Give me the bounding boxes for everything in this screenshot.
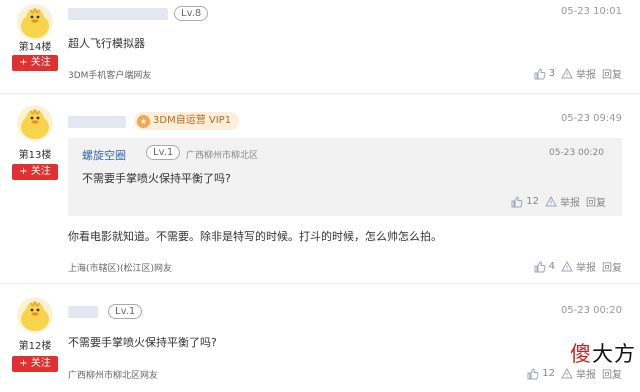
comment-floor-14: 第14楼 + 关注 Lv.8 05-23 10:01 超人飞行模拟器 3DM手机… [0, 0, 640, 92]
watermark-part2: 大方 [592, 342, 636, 366]
thumbs-up-icon [527, 367, 539, 379]
reply-button[interactable]: 回复 [602, 66, 622, 81]
report-icon [561, 67, 573, 78]
post-time: 05-23 10:01 [560, 6, 622, 17]
level-badge: Lv.8 [174, 6, 209, 21]
reply-button[interactable]: 回复 [602, 366, 622, 381]
quoted-username[interactable]: 螺旋空圈 [82, 147, 126, 163]
report-button[interactable]: 举报 [561, 366, 596, 381]
watermark: 傻大方 [570, 338, 636, 368]
duck-avatar-icon [21, 108, 49, 139]
comment-floor-13: 第13楼 + 关注 ★ 3DM自运营 VIP1 05-23 09:49 螺旋空圈… [0, 94, 640, 280]
username-masked[interactable] [68, 116, 126, 128]
vip-badge: ★ 3DM自运营 VIP1 [134, 112, 240, 130]
comment-actions: 12 举报 回复 [527, 366, 622, 381]
comment-text: 你看电影就知道。不需要。除非是特写的时候。打斗的时候，怎么帅怎么拍。 [68, 230, 442, 243]
post-time: 05-23 00:20 [560, 305, 622, 316]
floor-number: 第14楼 [18, 42, 52, 53]
quoted-report-button[interactable]: 举报 [545, 194, 580, 209]
like-count: 12 [542, 368, 555, 379]
poster-origin: 广西柳州市柳北区网友 [68, 371, 159, 381]
follow-button[interactable]: + 关注 [12, 356, 58, 372]
post-time: 05-23 09:49 [560, 113, 622, 124]
reply-button[interactable]: 回复 [602, 259, 622, 274]
poster-origin: 上海(市辖区)(松江区)网友 [68, 264, 173, 274]
level-badge: Lv.1 [108, 304, 143, 319]
quoted-comment: 螺旋空圈 Lv.1 广西柳州市柳北区 05-23 00:20 不需要手掌喷火保持… [68, 138, 622, 216]
comment-actions: 3 举报 回复 [534, 66, 622, 81]
comment-text: 超人飞行模拟器 [68, 37, 145, 50]
duck-avatar-icon [21, 7, 49, 38]
report-label: 举报 [576, 263, 596, 274]
avatar[interactable] [17, 297, 53, 333]
quoted-text: 不需要手掌喷火保持平衡了吗? [82, 172, 231, 185]
avatar[interactable] [17, 105, 53, 141]
like-count: 3 [548, 68, 555, 79]
like-button[interactable]: 4 [534, 260, 555, 273]
thumbs-up-icon [511, 195, 523, 207]
report-button[interactable]: 举报 [561, 259, 596, 274]
vip-medal-icon: ★ [137, 114, 150, 128]
report-label: 举报 [576, 70, 596, 81]
like-count: 4 [548, 261, 555, 272]
watermark-part1: 傻 [570, 342, 592, 366]
avatar[interactable] [17, 4, 53, 40]
report-label: 举报 [560, 198, 580, 209]
vip-label: 3DM自运营 VIP1 [153, 115, 232, 126]
report-icon [561, 367, 573, 378]
floor-number: 第12楼 [18, 341, 52, 352]
quoted-like-button[interactable]: 12 [511, 195, 539, 208]
quoted-actions: 12 举报 回复 [511, 194, 606, 209]
follow-button[interactable]: + 关注 [12, 55, 58, 71]
follow-button[interactable]: + 关注 [12, 164, 58, 180]
like-button[interactable]: 12 [527, 367, 555, 380]
quoted-level-badge: Lv.1 [146, 145, 181, 160]
quoted-reply-button[interactable]: 回复 [586, 194, 606, 209]
comment-actions: 4 举报 回复 [534, 259, 622, 274]
report-icon [545, 195, 557, 206]
comment-text: 不需要手掌喷火保持平衡了吗? [68, 336, 217, 349]
like-button[interactable]: 3 [534, 67, 555, 80]
thumbs-up-icon [534, 67, 546, 79]
username-masked[interactable] [68, 306, 98, 318]
quoted-time: 05-23 00:20 [549, 148, 604, 158]
report-icon [561, 260, 573, 271]
comment-floor-12: 第12楼 + 关注 Lv.1 05-23 00:20 不需要手掌喷火保持平衡了吗… [0, 284, 640, 392]
like-count: 12 [526, 196, 539, 207]
report-button[interactable]: 举报 [561, 66, 596, 81]
duck-avatar-icon [21, 300, 49, 331]
thumbs-up-icon [534, 260, 546, 272]
quoted-location: 广西柳州市柳北区 [186, 151, 259, 161]
report-label: 举报 [576, 370, 596, 381]
floor-number: 第13楼 [18, 150, 52, 161]
username-masked[interactable] [68, 8, 168, 20]
poster-origin: 3DM手机客户端网友 [68, 71, 152, 81]
